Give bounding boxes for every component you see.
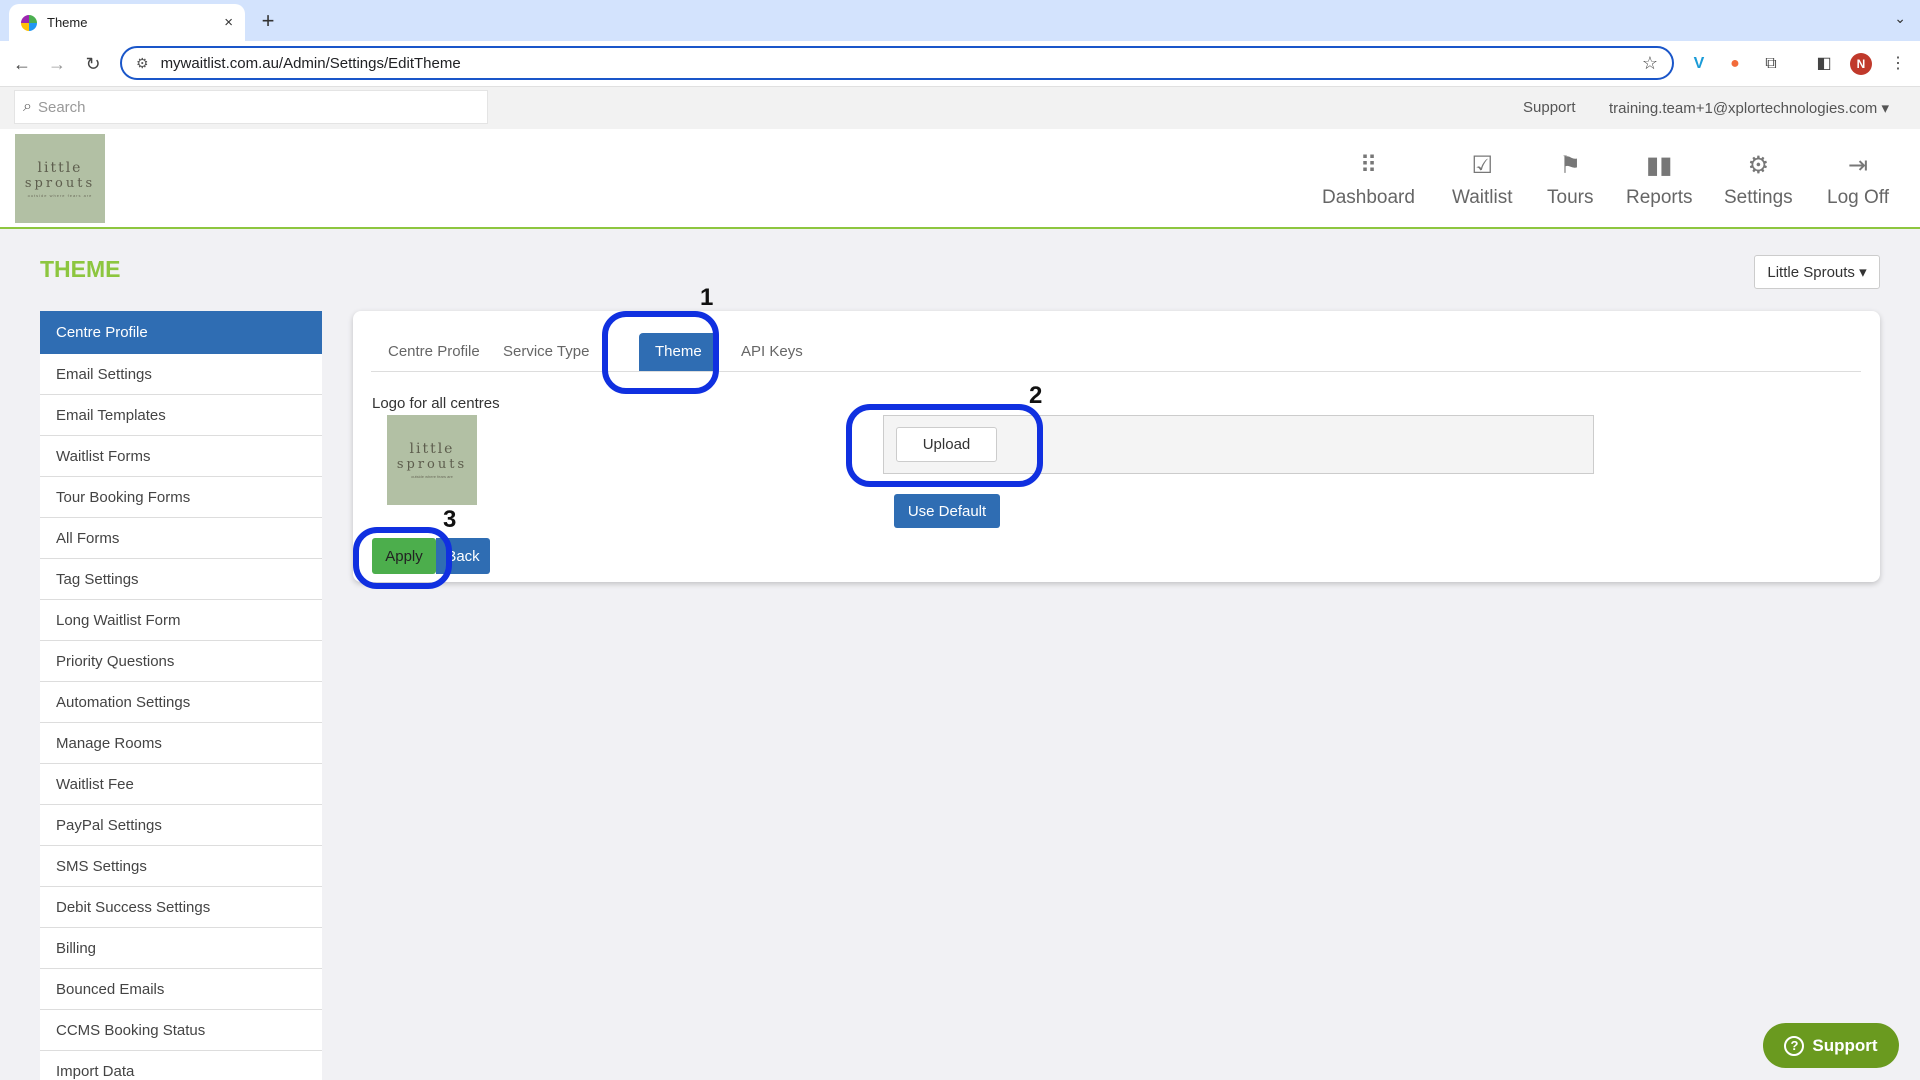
site-info-icon[interactable]: ⚙ <box>136 55 149 72</box>
sidebar-item-debit-success-settings[interactable]: Debit Success Settings <box>40 887 322 928</box>
sidebar-item-billing[interactable]: Billing <box>40 928 322 969</box>
extension-icon[interactable]: ● <box>1723 52 1747 76</box>
user-menu[interactable]: training.team+1@xplortechnologies.com ▾ <box>1609 99 1889 117</box>
sidebar-item-email-settings[interactable]: Email Settings <box>40 354 322 395</box>
use-default-button[interactable]: Use Default <box>894 494 1000 528</box>
forward-arrow-icon[interactable]: → <box>44 51 70 77</box>
file-upload-area[interactable]: Upload <box>883 415 1594 474</box>
tab-centre-profile[interactable]: Centre Profile <box>388 333 480 371</box>
dashboard-icon: ⠿ <box>1359 152 1378 179</box>
browser-tab[interactable]: Theme × <box>9 4 245 41</box>
app-header: little sprouts outside where fears are ⠿… <box>0 129 1920 229</box>
new-tab-button[interactable]: + <box>254 7 282 35</box>
tab-theme[interactable]: Theme <box>639 333 718 371</box>
nav-settings[interactable]: ⚙ Settings <box>1724 151 1793 209</box>
search-icon: ⌕ <box>23 98 32 115</box>
tab-service-type[interactable]: Service Type <box>503 333 589 371</box>
search-input[interactable] <box>37 98 458 116</box>
tab-search-icon[interactable]: ⌄ <box>1894 10 1906 27</box>
support-link[interactable]: Support <box>1523 99 1576 116</box>
annotation-number-2: 2 <box>1029 382 1043 409</box>
settings-sidebar: Centre Profile Email Settings Email Temp… <box>40 311 322 1080</box>
sidebar-item-email-templates[interactable]: Email Templates <box>40 395 322 436</box>
sidebar-item-import-data[interactable]: Import Data <box>40 1051 322 1080</box>
site-favicon-icon <box>21 14 37 31</box>
gear-icon: ⚙ <box>1747 152 1770 179</box>
current-logo-preview: little sprouts outside where fears are <box>387 415 477 505</box>
nav-dashboard[interactable]: ⠿ Dashboard <box>1322 151 1415 209</box>
back-arrow-icon[interactable]: ← <box>9 51 35 77</box>
sidebar-item-priority-questions[interactable]: Priority Questions <box>40 641 322 682</box>
address-bar[interactable]: ⚙ mywaitlist.com.au/Admin/Settings/EditT… <box>120 46 1674 80</box>
browser-menu-icon[interactable]: ⋮ <box>1886 52 1910 76</box>
sidebar-item-bounced-emails[interactable]: Bounced Emails <box>40 969 322 1010</box>
annotation-number-1: 1 <box>700 284 714 311</box>
bookmark-star-icon[interactable]: ☆ <box>1642 53 1658 74</box>
sidebar-item-waitlist-fee[interactable]: Waitlist Fee <box>40 764 322 805</box>
reports-icon: ▮▮ <box>1646 152 1673 179</box>
close-tab-icon[interactable]: × <box>224 14 233 31</box>
reload-icon[interactable]: ↻ <box>80 51 106 77</box>
logoff-icon: ⇥ <box>1847 152 1869 179</box>
apply-button[interactable]: Apply <box>372 538 436 574</box>
help-question-icon: ? <box>1784 1035 1805 1056</box>
profile-avatar[interactable]: N <box>1850 53 1872 75</box>
browser-toolbar: ← → ↻ ⚙ mywaitlist.com.au/Admin/Settings… <box>0 41 1920 87</box>
logo-label: Logo for all centres <box>372 395 500 412</box>
sidebar-item-automation-settings[interactable]: Automation Settings <box>40 682 322 723</box>
waitlist-icon: ☑ <box>1471 152 1494 179</box>
upload-button[interactable]: Upload <box>896 427 997 462</box>
sidebar-item-long-waitlist-form[interactable]: Long Waitlist Form <box>40 600 322 641</box>
app-top-bar: ⌕ Support training.team+1@xplortechnolog… <box>0 87 1920 129</box>
sidebar-item-tour-booking-forms[interactable]: Tour Booking Forms <box>40 477 322 518</box>
nav-reports[interactable]: ▮▮ Reports <box>1626 151 1693 209</box>
tab-api-keys[interactable]: API Keys <box>741 333 803 371</box>
sidebar-item-paypal-settings[interactable]: PayPal Settings <box>40 805 322 846</box>
annotation-number-3: 3 <box>443 506 457 533</box>
nav-waitlist[interactable]: ☑ Waitlist <box>1452 151 1513 209</box>
nav-log-off[interactable]: ⇥ Log Off <box>1827 151 1889 209</box>
browser-tab-title: Theme <box>47 15 88 30</box>
centre-select-dropdown[interactable]: Little Sprouts ▾ <box>1754 255 1880 289</box>
sidebar-item-all-forms[interactable]: All Forms <box>40 518 322 559</box>
support-chat-button[interactable]: ? Support <box>1763 1023 1899 1068</box>
back-button[interactable]: Back <box>436 538 490 574</box>
sidebar-item-sms-settings[interactable]: SMS Settings <box>40 846 322 887</box>
theme-panel: Centre Profile Service Type Theme API Ke… <box>353 311 1880 582</box>
sidebar-item-ccms-booking-status[interactable]: CCMS Booking Status <box>40 1010 322 1051</box>
settings-tabs: Centre Profile Service Type Theme API Ke… <box>371 325 1861 372</box>
extensions-puzzle-icon[interactable]: ⧉ <box>1759 52 1783 76</box>
side-panel-icon[interactable]: ◧ <box>1812 52 1836 76</box>
sidebar-item-manage-rooms[interactable]: Manage Rooms <box>40 723 322 764</box>
sidebar-item-centre-profile[interactable]: Centre Profile <box>40 311 322 354</box>
tours-icon: ⚑ <box>1559 152 1581 179</box>
brand-logo[interactable]: little sprouts outside where fears are <box>15 134 105 223</box>
nav-tours[interactable]: ⚑ Tours <box>1547 151 1593 209</box>
browser-tab-bar: Theme × + ⌄ <box>0 0 1920 41</box>
search-box[interactable]: ⌕ <box>14 90 488 124</box>
sidebar-item-tag-settings[interactable]: Tag Settings <box>40 559 322 600</box>
address-url[interactable]: mywaitlist.com.au/Admin/Settings/EditThe… <box>161 55 1642 72</box>
vimeo-extension-icon[interactable]: V <box>1687 52 1711 76</box>
page-title: THEME <box>40 256 121 282</box>
sidebar-item-waitlist-forms[interactable]: Waitlist Forms <box>40 436 322 477</box>
